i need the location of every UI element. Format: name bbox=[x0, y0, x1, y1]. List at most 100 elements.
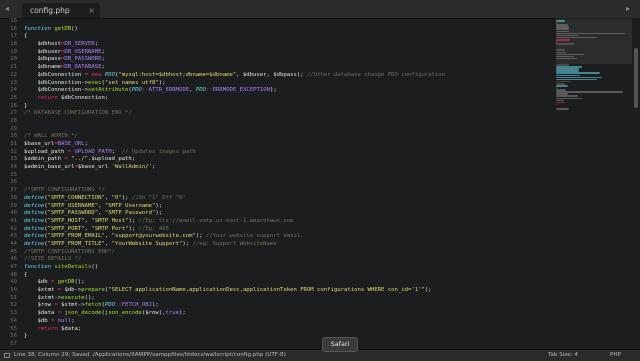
code-line bbox=[24, 118, 554, 126]
code-token: ; bbox=[95, 41, 98, 47]
minimap-line bbox=[556, 98, 582, 100]
code-token: define bbox=[24, 218, 44, 224]
minimap-line bbox=[556, 75, 580, 77]
code-token: //SITE DETAILS */ bbox=[24, 256, 81, 262]
code-token: //On "1" Off "0" bbox=[132, 195, 186, 201]
line-number: 38 bbox=[0, 195, 19, 203]
code-line: $row = $stmt->fetch(PDO::FETCH_OBJ); bbox=[24, 302, 554, 310]
close-tab-icon[interactable]: × bbox=[88, 3, 95, 18]
code-line: define("SMTP_FROM_EMAIL", "support@yourw… bbox=[24, 233, 554, 241]
tab-scroll-left-icon[interactable]: ◂ bbox=[5, 4, 9, 13]
minimap-line bbox=[556, 72, 600, 74]
line-number: 23 bbox=[0, 80, 19, 88]
minimap[interactable] bbox=[556, 18, 632, 349]
code-line: function getDB() bbox=[24, 26, 554, 34]
tab-size-selector[interactable]: Tab Size: 4 bbox=[548, 350, 578, 361]
code-token: ; bbox=[112, 149, 122, 155]
code-token: FETCH_OBJ bbox=[122, 302, 152, 308]
panel-toggle-icon[interactable] bbox=[4, 353, 10, 358]
code-line bbox=[24, 179, 554, 187]
tab-scroll-right-icon[interactable]: ▸ bbox=[626, 4, 630, 13]
tab-label: config.php bbox=[30, 6, 70, 15]
code-token: , bbox=[98, 203, 105, 209]
code-token: (); bbox=[85, 295, 95, 301]
line-number: 25 bbox=[0, 95, 19, 103]
code-token: , bbox=[105, 195, 112, 201]
code-line: define("SMTP_USERNAME", "SMTP Username")… bbox=[24, 203, 554, 211]
scrollbar-thumb[interactable] bbox=[634, 48, 638, 108]
code-token: prepare bbox=[81, 287, 105, 293]
line-number: 18 bbox=[0, 41, 19, 49]
minimap-line bbox=[556, 54, 584, 56]
code-line: /*SMTP CONFIGURATIONS */ bbox=[24, 187, 554, 195]
code-token: "mysql:host=$dbhost;dbname=$dbname" bbox=[118, 72, 236, 78]
line-number: 20 bbox=[0, 56, 19, 64]
minimap-line bbox=[556, 104, 557, 106]
line-number: 17 bbox=[0, 33, 19, 41]
code-token: $stmt bbox=[24, 287, 58, 293]
code-token: $dbhost bbox=[24, 41, 61, 47]
code-line: $stmt = $db->prepare("SELECT application… bbox=[24, 287, 554, 295]
code-editor[interactable]: function getDB(){ $dbhost=DB_SERVER; $db… bbox=[24, 18, 554, 349]
code-token: ); bbox=[128, 218, 138, 224]
minimap-line bbox=[556, 31, 569, 33]
line-number: 28 bbox=[0, 118, 19, 126]
minimap-line bbox=[556, 77, 602, 79]
line-number: 31 bbox=[0, 141, 19, 149]
code-token: "0" bbox=[112, 195, 122, 201]
code-token: execute bbox=[61, 295, 85, 301]
code-token: json_encode bbox=[105, 310, 142, 316]
syntax-selector[interactable]: PHP bbox=[610, 350, 621, 361]
code-token: $db bbox=[24, 318, 51, 324]
line-number: 21 bbox=[0, 64, 19, 72]
code-token: "support@yourwebsite.com" bbox=[112, 233, 196, 239]
code-token: (); bbox=[75, 279, 85, 285]
tab-config-php[interactable]: config.php × bbox=[22, 3, 100, 18]
line-number: 56 bbox=[0, 333, 19, 341]
code-token: $dbConnection bbox=[24, 72, 85, 78]
code-line bbox=[24, 172, 554, 180]
code-token: define bbox=[24, 203, 44, 209]
code-token: define bbox=[24, 226, 44, 232]
minimap-line bbox=[556, 95, 578, 97]
code-line: //SITE DETAILS */ bbox=[24, 256, 554, 264]
code-line: /* WALL ADMIN */ bbox=[24, 133, 554, 141]
code-token: = bbox=[68, 149, 75, 155]
minimap-line bbox=[556, 102, 565, 104]
code-token: , $dbuser, $dbpass); bbox=[236, 72, 307, 78]
code-token: //eg: Support WebsiteName bbox=[192, 241, 276, 247]
code-token: ATTR_ERRMODE bbox=[149, 87, 189, 93]
code-line: define("SMTP_PORT", "SMTP Port"); //Eg: … bbox=[24, 226, 554, 234]
code-token: $dbConnection-> bbox=[24, 87, 88, 93]
code-line: $dbConnection->setAttribute(PDO::ATTR_ER… bbox=[24, 87, 554, 95]
code-token: $data; bbox=[61, 326, 81, 332]
line-number: 29 bbox=[0, 126, 19, 134]
code-token: "YourWebsite Support" bbox=[112, 241, 183, 247]
code-token: PDO bbox=[132, 87, 142, 93]
code-token: ; bbox=[152, 164, 155, 170]
minimap-line bbox=[556, 49, 565, 51]
code-line: function siteDetails() bbox=[24, 264, 554, 272]
code-token: DB_USERNAME bbox=[64, 49, 101, 55]
line-number: 44 bbox=[0, 241, 19, 249]
status-position-text: Line 38, Column 29; Saved ./Applications… bbox=[14, 350, 286, 361]
status-bar: Line 38, Column 29; Saved ./Applications… bbox=[0, 349, 640, 361]
code-token: ); bbox=[182, 241, 192, 247]
code-token: () bbox=[91, 264, 98, 270]
code-line: $db = getDB(); bbox=[24, 279, 554, 287]
code-token: = new bbox=[85, 72, 105, 78]
dock-tooltip: Safari bbox=[322, 337, 358, 352]
code-token: ); bbox=[122, 195, 132, 201]
code-token: //Your website support email. bbox=[206, 233, 304, 239]
line-number: 51 bbox=[0, 295, 19, 303]
code-token: $dbname bbox=[24, 64, 61, 70]
line-number: 49 bbox=[0, 279, 19, 287]
line-number: 42 bbox=[0, 226, 19, 234]
code-token: ); bbox=[179, 310, 186, 316]
code-line: $dbConnection = new PDO("mysql:host=$dbh… bbox=[24, 72, 554, 80]
line-number: 26 bbox=[0, 103, 19, 111]
code-line: } bbox=[24, 333, 554, 341]
code-line bbox=[24, 341, 554, 349]
line-number: 47 bbox=[0, 264, 19, 272]
vertical-scrollbar[interactable] bbox=[633, 18, 640, 349]
